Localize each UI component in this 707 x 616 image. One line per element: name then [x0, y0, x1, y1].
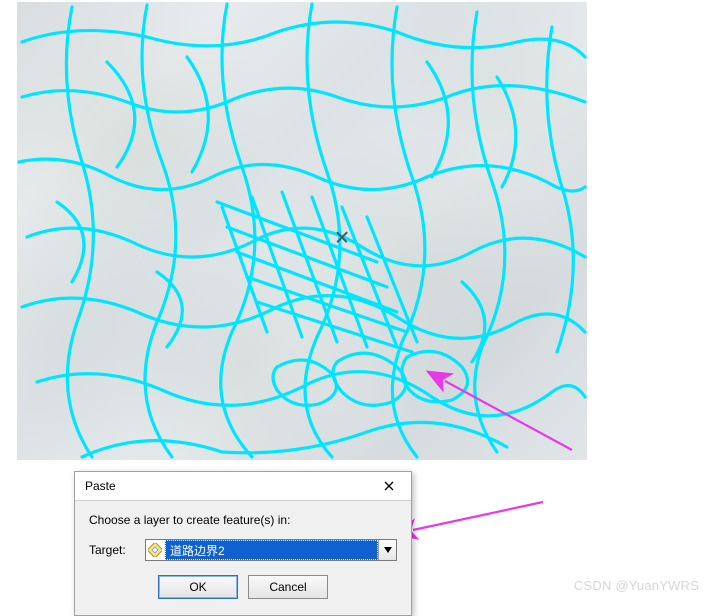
map-canvas[interactable] — [17, 2, 587, 460]
watermark: CSDN @YuanYWRS — [574, 578, 699, 593]
dialog-prompt: Choose a layer to create feature(s) in: — [89, 513, 397, 527]
combobox-arrow[interactable] — [378, 540, 396, 560]
target-row: Target: 道路边界2 — [89, 539, 397, 561]
chevron-down-icon — [384, 547, 392, 553]
close-icon — [384, 481, 394, 491]
paste-dialog: Paste Choose a layer to create feature(s… — [74, 471, 412, 616]
dialog-titlebar[interactable]: Paste — [75, 472, 411, 501]
cancel-button[interactable]: Cancel — [248, 575, 328, 599]
close-button[interactable] — [369, 475, 409, 497]
ok-button[interactable]: OK — [158, 575, 238, 599]
dialog-button-row: OK Cancel — [89, 575, 397, 609]
cancel-button-label: Cancel — [269, 580, 306, 594]
target-selected-value: 道路边界2 — [165, 540, 378, 560]
dialog-body: Choose a layer to create feature(s) in: … — [75, 501, 411, 615]
target-combobox[interactable]: 道路边界2 — [145, 539, 397, 561]
dialog-title: Paste — [85, 479, 116, 493]
target-label: Target: — [89, 543, 135, 557]
ok-button-label: OK — [189, 580, 206, 594]
road-network — [17, 2, 587, 460]
layer-icon — [146, 540, 165, 560]
